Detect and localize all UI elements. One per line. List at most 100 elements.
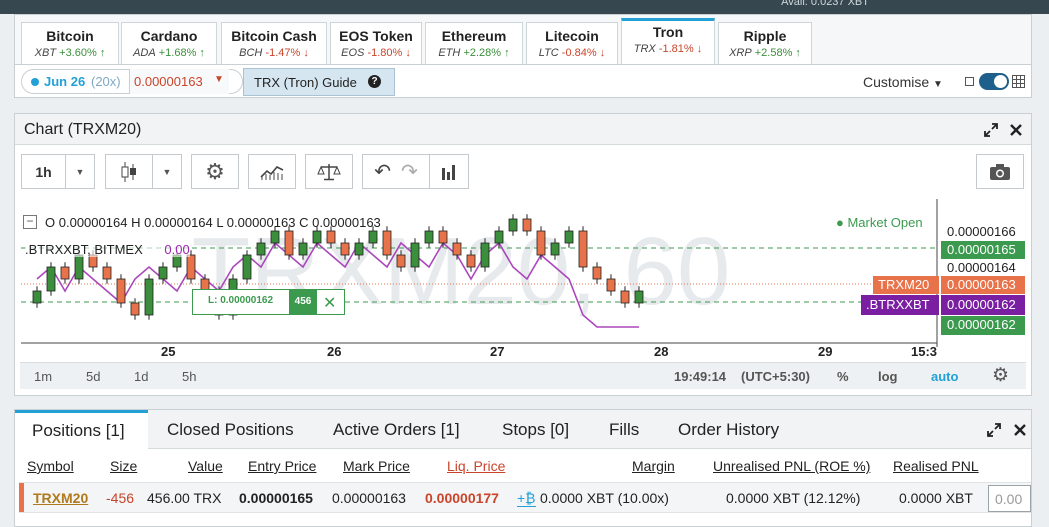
ticker-tab-bch[interactable]: Bitcoin Cash BCH -1.47% ↓ — [221, 22, 327, 64]
range-1d[interactable]: 1d — [134, 369, 148, 384]
candle — [620, 290, 630, 304]
arrow-down-icon: ↓ — [693, 43, 703, 55]
order-line[interactable]: L: 0.00000162 456 ✕ — [192, 289, 345, 315]
layout-toggle[interactable] — [979, 73, 1009, 90]
position-symbol[interactable]: TRXM20 — [33, 490, 88, 506]
order-line-price: L: 0.00000162 — [208, 295, 274, 306]
header-symbol[interactable]: Symbol — [27, 458, 74, 474]
arrow-up-icon: ↑ — [96, 47, 106, 59]
indicators-icon — [260, 165, 284, 180]
add-margin-icon[interactable]: +₿ — [517, 490, 536, 507]
header-entry-price[interactable]: Entry Price — [248, 458, 316, 474]
close-icon[interactable] — [1010, 124, 1022, 136]
candle — [536, 230, 546, 256]
tab-positions[interactable]: Positions [1] — [15, 410, 148, 450]
header-size[interactable]: Size — [110, 458, 137, 474]
ticker-name: EOS Token — [339, 28, 413, 44]
candle — [634, 290, 644, 304]
caret-down-icon: ▼ — [162, 166, 172, 177]
header-unrealised-pnl[interactable]: Unrealised PNL (ROE %) — [713, 458, 870, 474]
ticker-symbol: BCH — [239, 47, 263, 59]
compare-button[interactable] — [305, 154, 353, 189]
grid-view-icon[interactable] — [1012, 75, 1025, 88]
screenshot-button[interactable] — [976, 154, 1024, 189]
ticker-tab-eos[interactable]: EOS Token EOS -1.80% ↓ — [330, 22, 422, 64]
candle — [480, 242, 490, 268]
header-realised-pnl[interactable]: Realised PNL — [893, 458, 979, 474]
price-tag-green: 0.00000165 — [941, 241, 1025, 259]
timezone[interactable]: (UTC+5:30) — [741, 369, 810, 384]
log-toggle[interactable]: log — [878, 369, 898, 384]
candle — [438, 230, 448, 244]
ticker-name: Ethereum — [441, 28, 507, 44]
auto-toggle[interactable]: auto — [931, 369, 958, 384]
price-tick: 0.00000166 — [947, 224, 1016, 239]
range-1m[interactable]: 1m — [34, 369, 52, 384]
tab-label: Positions [1] — [32, 421, 125, 440]
candle — [256, 242, 266, 256]
price-tag-green: 0.00000162 — [941, 316, 1025, 335]
single-view-icon[interactable] — [965, 77, 974, 86]
ticker-tab-eth[interactable]: Ethereum ETH +2.28% ↑ — [425, 22, 523, 64]
candle — [270, 230, 280, 244]
range-5d[interactable]: 5d — [86, 369, 100, 384]
ticker-tab-ltc[interactable]: Litecoin LTC -0.84% ↓ — [526, 22, 618, 64]
header-mark-price[interactable]: Mark Price — [343, 458, 410, 474]
price-label-trxm20: TRXM20 — [873, 276, 939, 294]
price-label-btrxxbt: .BTRXXBT — [861, 295, 939, 315]
expand-icon[interactable] — [987, 423, 1001, 437]
indicators-button[interactable] — [248, 154, 296, 189]
tab-closed-positions[interactable]: Closed Positions — [167, 410, 294, 449]
candle — [382, 230, 392, 256]
header-value[interactable]: Value — [188, 458, 223, 474]
interval-dropdown[interactable]: ▼ — [65, 154, 95, 189]
depth-button[interactable] — [429, 154, 469, 189]
customise-button[interactable]: Customise ▼ — [863, 74, 943, 90]
collapse-legend-icon[interactable]: − — [23, 215, 37, 229]
ticker-bar: Bitcoin XBT +3.60% ↑ Cardano ADA +1.68% … — [14, 14, 1032, 65]
contract-selector[interactable]: Jun 26 (20x) 0.00000163 ▼ — [21, 69, 243, 94]
undo-icon[interactable]: ↶ — [374, 159, 391, 184]
ticker-tab-trx[interactable]: Tron TRX -1.81% ↓ — [621, 18, 715, 65]
toggle-knob — [994, 75, 1007, 88]
candle — [578, 230, 588, 268]
ticker-name: Bitcoin — [46, 28, 94, 44]
header-liq-price[interactable]: Liq. Price — [447, 458, 505, 474]
chart-title: Chart (TRXM20) — [24, 121, 142, 138]
comparison-label: .BTRXXBT, BITMEX — [25, 242, 143, 257]
redo-icon[interactable]: ↷ — [401, 159, 418, 184]
tab-fills[interactable]: Fills — [609, 410, 639, 449]
arrow-up-icon: ↑ — [792, 47, 801, 59]
candle — [312, 230, 322, 244]
range-5h[interactable]: 5h — [182, 369, 196, 384]
close-order-icon[interactable]: ✕ — [323, 293, 336, 313]
tab-order-history[interactable]: Order History — [678, 410, 779, 449]
tab-stops[interactable]: Stops [0] — [502, 410, 569, 449]
interval-button[interactable]: 1h — [21, 154, 66, 189]
tab-active-orders[interactable]: Active Orders [1] — [333, 410, 460, 449]
close-price-input[interactable]: 0.00 — [988, 485, 1031, 512]
close-price-input-value: 0.00 — [995, 491, 1023, 507]
ticker-change: -1.47% — [265, 47, 301, 59]
header-margin[interactable]: Margin — [632, 458, 675, 474]
ticker-name: Bitcoin Cash — [231, 28, 317, 44]
ticker-symbol: ADA — [133, 47, 156, 59]
positions-tabs: Positions [1] Closed Positions Active Or… — [15, 410, 1031, 450]
settings-button[interactable]: ⚙ — [191, 154, 239, 189]
expand-icon[interactable] — [984, 123, 998, 137]
ticker-tab-xbt[interactable]: Bitcoin XBT +3.60% ↑ — [21, 22, 119, 64]
chart-type-button[interactable] — [105, 154, 153, 189]
close-icon[interactable] — [1014, 424, 1026, 436]
price-tag-purple: 0.00000162 — [941, 295, 1025, 315]
ticker-tab-ada[interactable]: Cardano ADA +1.68% ↑ — [121, 22, 217, 64]
candle — [564, 230, 574, 244]
chart-type-dropdown[interactable]: ▼ — [152, 154, 182, 189]
ticker-tab-xrp[interactable]: Ripple XRP +2.58% ↑ — [718, 22, 812, 64]
candle — [46, 266, 56, 292]
guide-button[interactable]: TRX (Tron) Guide ? — [243, 68, 395, 96]
comparison-legend[interactable]: .BTRXXBT, BITMEX 0.00 — [25, 242, 190, 257]
percent-toggle[interactable]: % — [837, 369, 849, 384]
contract-leverage: (20x) — [91, 74, 121, 89]
undo-redo-buttons[interactable]: ↶ ↷ — [362, 154, 430, 189]
gear-icon[interactable]: ⚙ — [992, 364, 1009, 387]
